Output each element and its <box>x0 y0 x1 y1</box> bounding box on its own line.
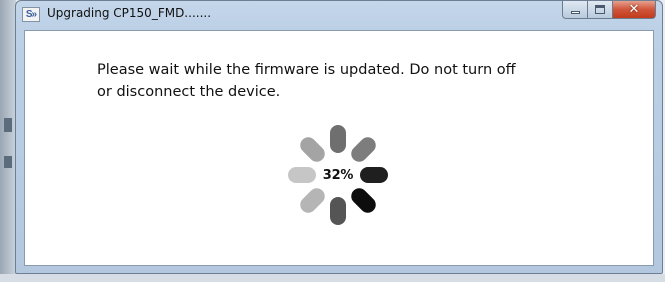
title-bar[interactable]: S» Upgrading CP150_FMD....... ✕ <box>16 1 662 29</box>
close-icon: ✕ <box>628 2 640 17</box>
dialog-content: Please wait while the firmware is update… <box>24 30 654 266</box>
progress-percent: 32% <box>322 167 354 183</box>
background-mark <box>4 156 12 168</box>
caption-buttons: ✕ <box>562 1 656 20</box>
progress-spinner: 32% <box>288 123 388 227</box>
upgrade-dialog-window: S» Upgrading CP150_FMD....... ✕ Please w… <box>15 0 663 274</box>
maximize-icon <box>595 5 605 14</box>
background-window-edge <box>0 0 16 282</box>
maximize-button[interactable] <box>588 1 613 19</box>
message-line-1: Please wait while the firmware is update… <box>97 62 516 78</box>
message-line-2: or disconnect the device. <box>97 84 281 100</box>
minimize-button[interactable] <box>562 1 588 19</box>
background-strip <box>0 274 665 282</box>
status-message: Please wait while the firmware is update… <box>97 59 557 103</box>
background-mark <box>4 118 12 132</box>
app-icon: S» <box>22 7 40 22</box>
close-button[interactable]: ✕ <box>613 1 656 19</box>
minimize-icon <box>571 11 580 14</box>
window-title: Upgrading CP150_FMD....... <box>47 6 212 20</box>
